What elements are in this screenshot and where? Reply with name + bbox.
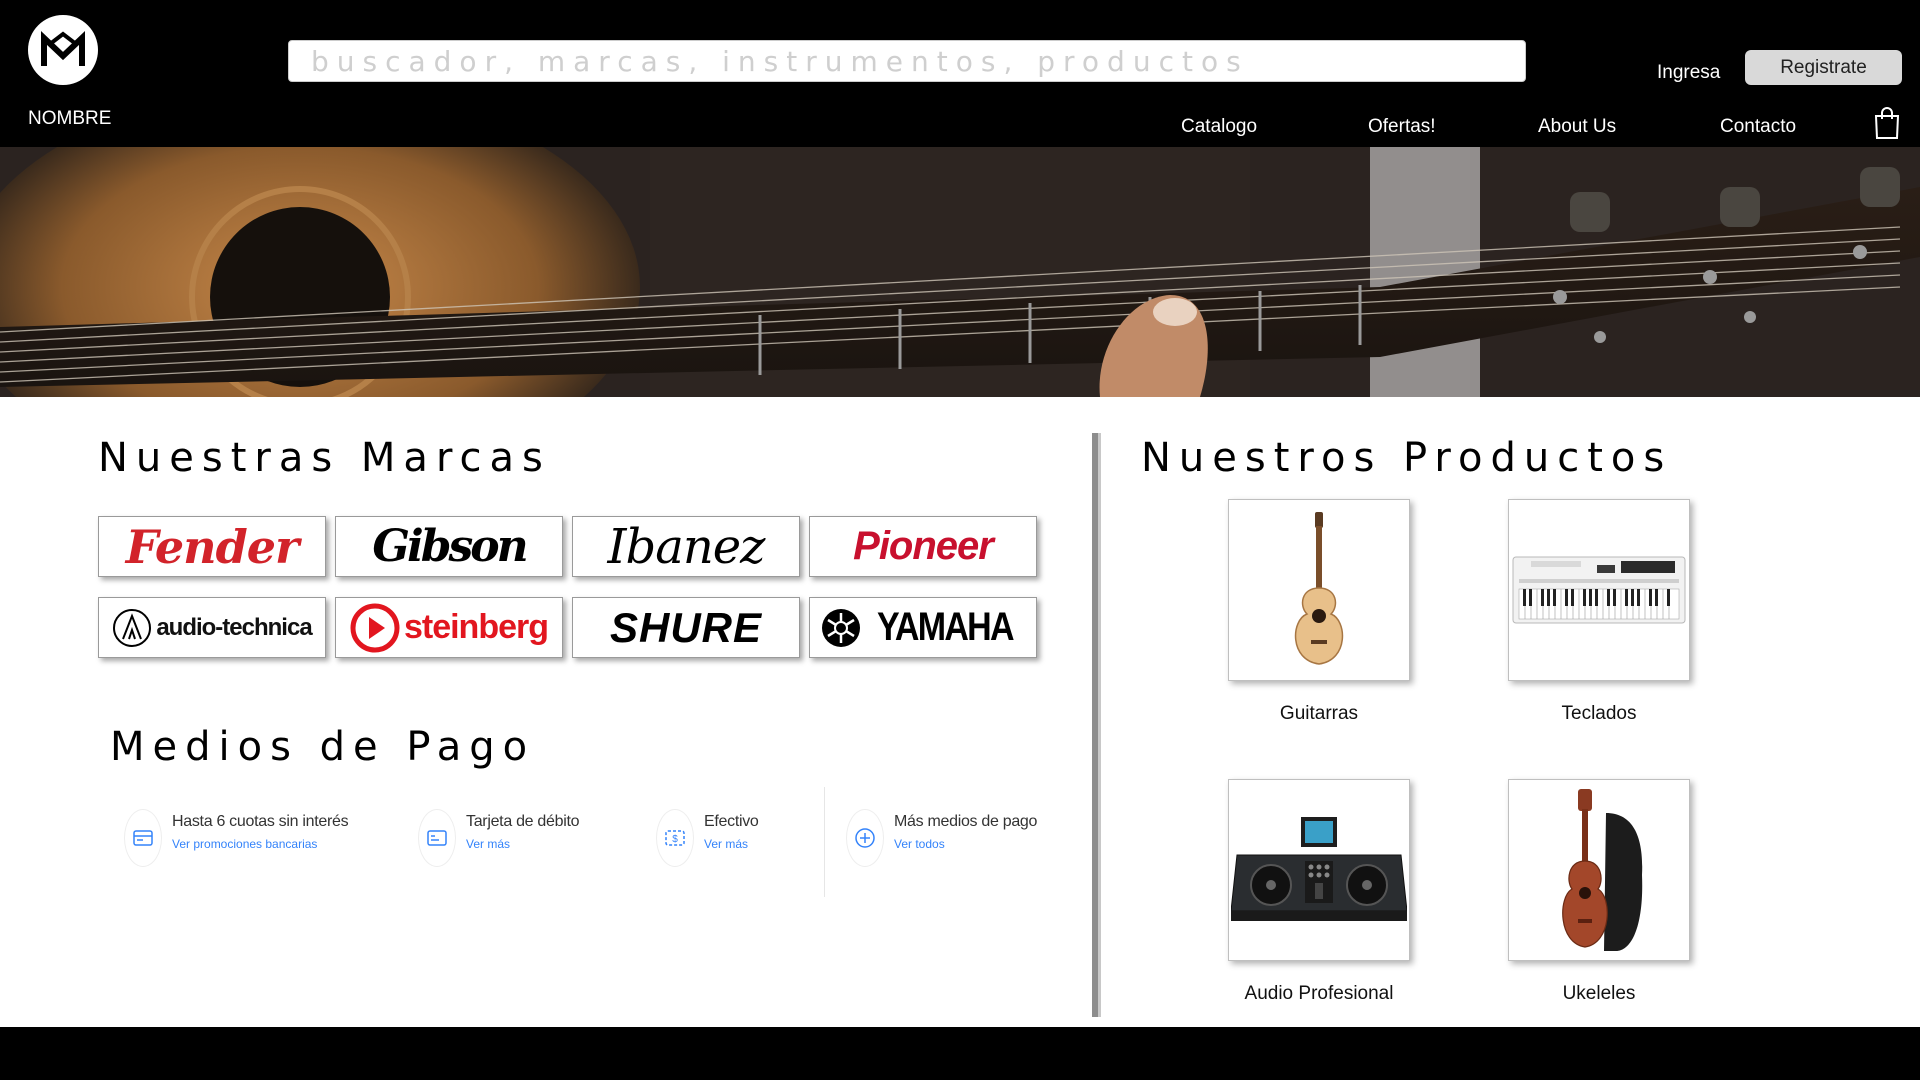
payment-efectivo-link[interactable]: Ver más [704,837,759,851]
brand-gibson[interactable]: Gibson [335,516,563,577]
brand-ibanez-logo: Ibanez [607,518,766,575]
dj-controller-image [1231,817,1407,921]
audio-technica-logo-icon [113,608,152,647]
products-title: Nuestros Productos [1141,435,1673,481]
brands-title: Nuestras Marcas [98,435,551,481]
brand-shure-logo: SHURE [609,603,763,651]
payment-cuotas-title: Hasta 6 cuotas sin interés [172,813,349,830]
product-ukeleles-card[interactable] [1508,779,1690,961]
brand-shure[interactable]: SHURE [572,597,800,658]
search-bar[interactable] [288,40,1526,82]
register-button[interactable]: Registrate [1745,50,1902,85]
nav-catalogo[interactable]: Catalogo [1181,116,1257,138]
payment-efectivo-title: Efectivo [704,813,759,830]
product-teclados-card[interactable] [1508,499,1690,681]
nav-contacto[interactable]: Contacto [1720,116,1796,138]
yamaha-tuning-fork-icon [822,608,861,647]
brand-pioneer-logo: Pioneer [853,524,994,568]
brand-steinberg[interactable]: steinberg [335,597,563,658]
brand-fender-logo: Fender [125,519,300,574]
svg-text:$: $ [672,834,678,845]
brand-yamaha[interactable]: YAMAHA [809,597,1037,658]
plus-circle-icon [846,809,884,867]
keyboard-image [1512,556,1686,624]
payment-mas-medios[interactable]: Más medios de pago Ver todos [846,809,1038,867]
payment-debito-title: Tarjeta de débito [466,813,580,830]
brand-steinberg-logo: steinberg [403,608,549,646]
ukulele-image [1562,789,1643,951]
brand-pioneer[interactable]: Pioneer [809,516,1037,577]
payment-separator [824,787,825,897]
header: NOMBRE Ingresa Registrate Catalogo Ofert… [0,0,1920,147]
logo-mark-icon [41,31,85,66]
product-audio-profesional-label[interactable]: Audio Profesional [1199,983,1439,1005]
payment-mas-medios-title: Más medios de pago [894,813,1038,830]
debit-card-icon [418,809,456,867]
nav-about-us[interactable]: About Us [1538,116,1616,138]
brand-fender[interactable]: Fender [98,516,326,577]
brand-ibanez[interactable]: Ibanez [572,516,800,577]
brand-gibson-logo: Gibson [372,521,528,572]
payment-debito-link[interactable]: Ver más [466,837,579,851]
product-ukeleles-label[interactable]: Ukeleles [1479,983,1719,1005]
payment-mas-medios-link[interactable]: Ver todos [894,837,1037,851]
brand-name: NOMBRE [28,108,112,129]
guitar-image [1294,512,1344,665]
footer-bar [0,1027,1920,1080]
search-input[interactable] [311,44,1503,78]
payment-debito[interactable]: Tarjeta de débito Ver más [418,809,580,867]
hero-guitar-image [0,147,1920,397]
section-divider [1092,433,1101,1017]
brand-yamaha-logo: YAMAHA [877,605,1015,649]
cash-icon: $ [656,809,694,867]
brand-audio-technica[interactable]: audio-technica [98,597,326,658]
main-content: Nuestras Marcas Fender Gibson Ibanez Pio… [0,397,1920,1027]
product-audio-profesional-card[interactable] [1228,779,1410,961]
product-teclados-label[interactable]: Teclados [1479,703,1719,725]
payment-cuotas[interactable]: Hasta 6 cuotas sin interés Ver promocion… [124,809,349,867]
hero-banner [0,147,1920,397]
product-guitarras-label[interactable]: Guitarras [1199,703,1439,725]
nav-ofertas[interactable]: Ofertas! [1368,116,1436,138]
page: NOMBRE Ingresa Registrate Catalogo Ofert… [0,0,1920,1080]
steinberg-play-icon [350,603,400,652]
login-link[interactable]: Ingresa [1657,62,1720,84]
site-logo[interactable] [28,15,98,85]
credit-card-icon [124,809,162,867]
shopping-bag-icon[interactable] [1873,106,1901,140]
brand-audio-technica-logo: audio-technica [156,613,312,641]
payment-efectivo[interactable]: $ Efectivo Ver más [656,809,759,867]
product-guitarras-card[interactable] [1228,499,1410,681]
payment-cuotas-link[interactable]: Ver promociones bancarias [172,837,348,851]
payments-title: Medios de Pago [110,724,536,770]
